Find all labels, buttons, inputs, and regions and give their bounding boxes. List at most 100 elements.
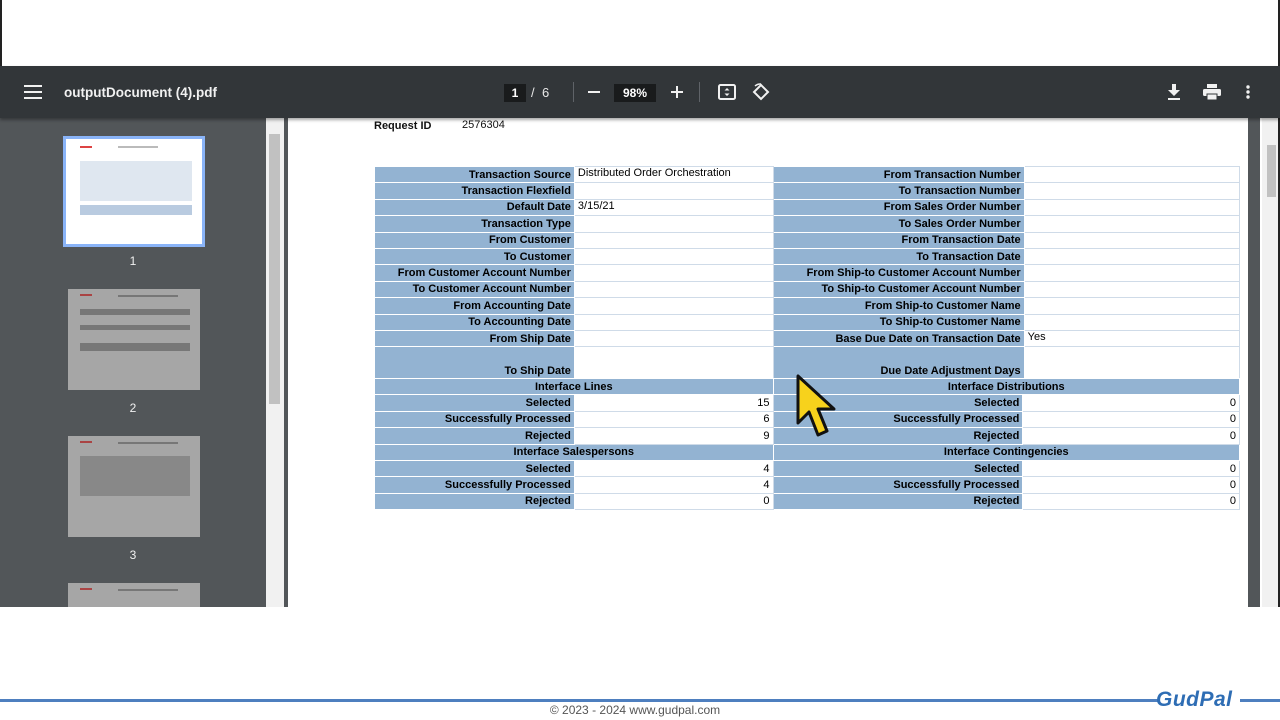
parameter-value: [1023, 247, 1241, 266]
print-button[interactable]: [1201, 66, 1223, 118]
parameter-label: From Ship-to Customer Account Number: [772, 264, 1025, 282]
parameter-label: Transaction Type: [374, 215, 575, 233]
toolbar-divider: [573, 82, 574, 102]
fit-to-page-button[interactable]: [717, 66, 737, 118]
parameter-row: Transaction Source Distributed Order Orch…: [374, 165, 1241, 184]
parameter-label: Transaction Source: [374, 165, 575, 184]
zoom-level-input[interactable]: 98%: [614, 84, 656, 102]
total-pages: 6: [542, 84, 550, 100]
parameter-value: [573, 346, 774, 381]
parameter-label: From Customer: [374, 231, 575, 249]
parameter-row: From Accounting Date From Ship-to Custome…: [374, 297, 1241, 315]
parameter-value: [573, 264, 774, 282]
parameter-value: [573, 215, 774, 233]
parameter-label: From Accounting Date: [374, 297, 575, 315]
parameter-value: [573, 297, 774, 315]
page-separator: /: [531, 84, 535, 100]
rotate-icon: [752, 83, 770, 101]
parameter-row: Transaction Flexfield To Transaction Numb…: [374, 182, 1241, 200]
pdf-page: Request ID 2576304 Transaction Source Dis…: [288, 118, 1248, 607]
stat-value: 6: [573, 410, 774, 429]
parameter-row: From Ship Date Base Due Date on Transacti…: [374, 329, 1241, 348]
thumbnail-label: 3: [129, 548, 137, 562]
parameter-value: [1023, 280, 1241, 299]
parameter-label: To Accounting Date: [374, 313, 575, 331]
parameter-value: Distributed Order Orchestration: [573, 165, 774, 184]
page-thumbnail-2[interactable]: [68, 289, 200, 390]
parameter-value: [1023, 231, 1241, 249]
parameter-value: [1023, 297, 1241, 315]
stat-label: Selected: [374, 459, 575, 478]
parameter-value: [573, 247, 774, 266]
document-title: outputDocument (4).pdf: [64, 84, 217, 100]
parameter-label: From Customer Account Number: [374, 264, 575, 282]
print-icon: [1203, 84, 1221, 100]
stat-value: 9: [573, 427, 774, 445]
toolbar-divider: [699, 82, 700, 102]
stat-value: 0: [1022, 394, 1240, 412]
stat-value: 0: [1022, 410, 1240, 429]
thumbnail-label: 2: [129, 401, 137, 415]
download-button[interactable]: [1164, 66, 1184, 118]
parameter-value: [1023, 346, 1241, 381]
interface-contingencies-header: Interface Contingencies: [772, 443, 1241, 461]
stat-label: Successfully Processed: [772, 476, 1024, 494]
parameter-row: From Customer Account Number From Ship-to…: [374, 264, 1241, 282]
zoom-in-icon: [671, 86, 683, 98]
parameter-value: [573, 280, 774, 299]
document-viewport: Request ID 2576304 Transaction Source Dis…: [284, 118, 1260, 607]
parameter-value: [1023, 165, 1241, 184]
thumbnail-label: 1: [129, 254, 137, 268]
footer-divider: [1240, 699, 1280, 702]
parameter-value: [573, 231, 774, 249]
parameter-value: [573, 182, 774, 200]
parameter-label: To Customer: [374, 247, 575, 266]
parameter-label: To Ship-to Customer Account Number: [772, 280, 1025, 299]
more-options-button[interactable]: [1241, 66, 1255, 118]
parameter-label: Base Due Date on Transaction Date: [772, 329, 1025, 348]
parameters-table: Transaction Source Distributed Order Orch…: [374, 165, 1241, 381]
parameter-row: Transaction Type To Sales Order Number: [374, 215, 1241, 233]
parameter-label: From Sales Order Number: [772, 198, 1025, 217]
page-thumbnail-1[interactable]: [63, 136, 205, 247]
page-thumbnail-4[interactable]: [68, 583, 200, 607]
parameter-value: [573, 313, 774, 331]
sidebar-scrollbar-thumb[interactable]: [269, 134, 280, 404]
zoom-out-icon: [588, 91, 600, 93]
parameter-value: [1023, 182, 1241, 200]
page-thumbnail-3[interactable]: [68, 436, 200, 537]
parameter-label: Transaction Flexfield: [374, 182, 575, 200]
interface-distributions-header: Interface Distributions: [772, 377, 1241, 396]
parameter-value: [1023, 313, 1241, 331]
current-page-input[interactable]: 1: [504, 84, 526, 102]
parameter-label: To Transaction Number: [772, 182, 1025, 200]
stat-value: 0: [1022, 427, 1240, 445]
stat-value: 0: [1022, 492, 1240, 511]
parameter-value: [1023, 198, 1241, 217]
stat-label: Successfully Processed: [374, 410, 575, 429]
download-icon: [1168, 84, 1180, 100]
footer-divider: [0, 699, 1160, 702]
parameter-label: To Sales Order Number: [772, 215, 1025, 233]
stat-value: 0: [1022, 459, 1240, 478]
parameter-label: To Ship-to Customer Name: [772, 313, 1025, 331]
rotate-button[interactable]: [751, 66, 771, 118]
stat-label: Rejected: [772, 492, 1024, 511]
stat-value: 0: [573, 492, 774, 511]
interface-salespersons-header: Interface Salespersons: [374, 443, 774, 461]
stat-label: Selected: [772, 459, 1024, 478]
document-scrollbar-thumb[interactable]: [1267, 145, 1276, 197]
stat-label: Selected: [374, 394, 575, 412]
parameter-label: From Transaction Date: [772, 231, 1025, 249]
parameter-value: 3/15/21: [573, 198, 774, 217]
stat-label: Successfully Processed: [374, 476, 575, 494]
menu-icon: [24, 85, 42, 99]
menu-button[interactable]: [22, 66, 44, 118]
stat-label: Rejected: [374, 427, 575, 445]
request-id-value: 2576304: [462, 119, 505, 131]
parameter-row: To Customer Account Number To Ship-to Cus…: [374, 280, 1241, 299]
zoom-in-button[interactable]: [667, 66, 687, 118]
thumbnail-sidebar: 1 2 3: [0, 118, 266, 607]
stat-value: 4: [573, 459, 774, 478]
zoom-out-button[interactable]: [584, 66, 604, 118]
